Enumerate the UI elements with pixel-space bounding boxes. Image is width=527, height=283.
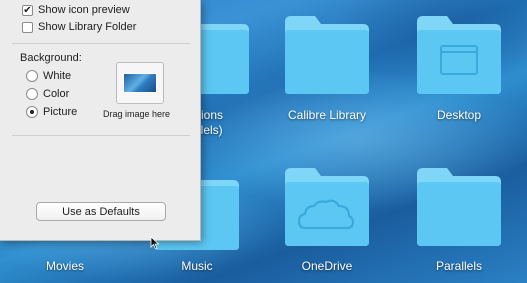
desktop-item-calibre-library[interactable]: Calibre Library bbox=[262, 0, 392, 140]
desktop-item-parallels[interactable]: Parallels bbox=[394, 150, 524, 283]
radio-unselected-icon bbox=[26, 88, 38, 100]
show-icon-preview-checkbox[interactable]: ✔ Show icon preview bbox=[22, 4, 130, 16]
background-image-well[interactable] bbox=[116, 62, 164, 104]
desktop-item-label: Music bbox=[181, 259, 213, 273]
radio-selected-icon bbox=[26, 106, 38, 118]
background-heading: Background: bbox=[20, 52, 82, 64]
radio-unselected-icon bbox=[26, 70, 38, 82]
desktop-item-desktop[interactable]: Desktop bbox=[394, 0, 524, 140]
desktop-item-label: Calibre Library bbox=[287, 108, 367, 122]
desktop-item-label: OneDrive bbox=[301, 259, 353, 273]
folder-icon bbox=[285, 168, 369, 246]
background-option-picture[interactable]: Picture bbox=[26, 106, 77, 118]
divider bbox=[12, 43, 190, 44]
folder-icon bbox=[417, 168, 501, 246]
wallpaper-thumbnail bbox=[123, 73, 157, 93]
checkbox-unchecked-icon bbox=[22, 21, 33, 33]
desktop-item-label: Desktop bbox=[436, 108, 482, 122]
folder-icon bbox=[417, 16, 501, 94]
desktop-item-label: Movies bbox=[45, 259, 84, 273]
show-library-folder-checkbox[interactable]: Show Library Folder bbox=[22, 21, 136, 33]
divider bbox=[12, 135, 190, 136]
drag-image-hint: Drag image here bbox=[103, 109, 171, 119]
show-icon-preview-label: Show icon preview bbox=[38, 4, 130, 16]
show-library-folder-label: Show Library Folder bbox=[38, 21, 137, 33]
radio-label: Picture bbox=[43, 106, 78, 118]
radio-label: White bbox=[43, 70, 72, 82]
use-as-defaults-button[interactable]: Use as Defaults bbox=[36, 202, 166, 221]
folder-icon bbox=[285, 16, 369, 94]
pointer-cursor-icon bbox=[150, 236, 160, 250]
view-options-panel: ✔ Show icon preview Show Library Folder … bbox=[0, 0, 201, 241]
desktop-item-label: Parallels bbox=[435, 259, 483, 273]
background-option-color[interactable]: Color bbox=[26, 88, 69, 100]
radio-label: Color bbox=[43, 88, 70, 100]
background-option-white[interactable]: White bbox=[26, 70, 71, 82]
desktop-item-onedrive[interactable]: OneDrive bbox=[262, 150, 392, 283]
checkbox-checked-icon: ✔ bbox=[22, 4, 33, 16]
